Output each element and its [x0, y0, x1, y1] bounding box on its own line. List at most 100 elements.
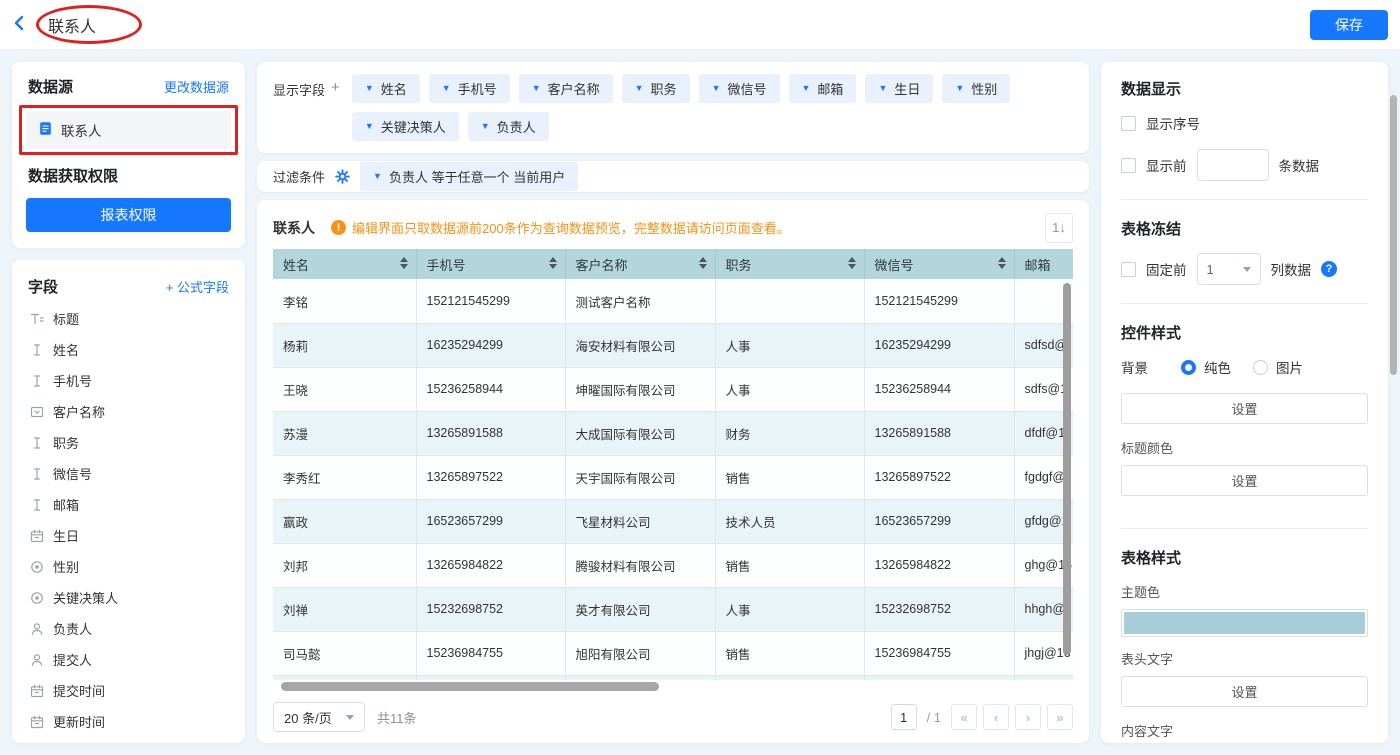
field-item[interactable]: 姓名	[24, 334, 233, 365]
display-field-chip[interactable]: ▼ 姓名	[352, 74, 420, 103]
column-header[interactable]: 手机号	[416, 249, 565, 279]
divider	[1121, 528, 1368, 529]
table-cell: 15236258944	[864, 367, 1014, 411]
last-page-button[interactable]: »	[1047, 704, 1073, 730]
background-set-button[interactable]: 设置	[1121, 393, 1368, 424]
field-item[interactable]: 数据ID	[24, 737, 233, 743]
help-icon[interactable]: ?	[1321, 261, 1337, 277]
datasource-item[interactable]: 联系人	[26, 111, 231, 149]
table-row[interactable]: 刘邦13265984822腾骏材料有限公司销售13265984822ghg@16	[273, 543, 1073, 587]
field-item[interactable]: 手机号	[24, 365, 233, 396]
field-item[interactable]: 职务	[24, 427, 233, 458]
table-row[interactable]: 李秀红13265897522天宇国际有限公司销售13265897522fgdgf…	[273, 455, 1073, 499]
field-item[interactable]: 关键决策人	[24, 582, 233, 613]
report-permission-button[interactable]: 报表权限	[26, 198, 231, 232]
show-index-checkbox[interactable]	[1121, 116, 1136, 131]
table-row[interactable]: 杨莉16235294299海安材料有限公司人事16235294299sdfsd@	[273, 323, 1073, 367]
header-text-set-button[interactable]: 设置	[1121, 676, 1368, 707]
topbar: 联系人 保存	[0, 0, 1400, 50]
freeze-suffix: 列数据	[1271, 259, 1312, 279]
calendar-icon	[30, 529, 44, 543]
save-button[interactable]: 保存	[1310, 10, 1388, 40]
image-radio[interactable]	[1253, 360, 1268, 375]
show-first-checkbox[interactable]	[1121, 158, 1136, 173]
table-row[interactable]: 王晓15236258944坤曜国际有限公司人事15236258944sdfs@1	[273, 367, 1073, 411]
column-header[interactable]: 邮箱	[1014, 249, 1073, 279]
table-cell: 刘禅	[273, 587, 416, 631]
sort-arrows-icon[interactable]	[400, 257, 408, 269]
table-horizontal-scrollbar[interactable]	[273, 682, 1073, 692]
field-item[interactable]: 更新时间	[24, 706, 233, 737]
first-page-button[interactable]: «	[951, 704, 977, 730]
table-row[interactable]: 刘禅15232698752英才有限公司人事15232698752hhgh@	[273, 587, 1073, 631]
page-size-select[interactable]: 20 条/页	[273, 702, 365, 732]
display-field-chip[interactable]: ▼ 职务	[622, 74, 690, 103]
table-row[interactable]: 嬴政16523657299飞星材料公司技术人员16523657299gfdg@1	[273, 499, 1073, 543]
table-row[interactable]: 司马懿15236984755旭阳有限公司销售15236984755jhgj@16	[273, 631, 1073, 675]
chip-label: 负责人	[497, 117, 536, 136]
display-field-chip[interactable]: ▼ 手机号	[429, 74, 510, 103]
display-field-chip[interactable]: ▼ 生日	[865, 74, 933, 103]
gear-icon[interactable]	[335, 169, 350, 184]
table-cell: 飞星材料公司	[565, 499, 715, 543]
add-formula-field-link[interactable]: + 公式字段	[166, 277, 229, 296]
table-cell: 测试客户名称	[565, 279, 715, 323]
freeze-count-select[interactable]: 1	[1197, 253, 1261, 285]
prev-page-button[interactable]: ‹	[983, 704, 1009, 730]
page-scrollbar[interactable]	[1390, 95, 1397, 375]
table-cell: 16523657299	[416, 499, 565, 543]
field-item[interactable]: 提交人	[24, 644, 233, 675]
field-item[interactable]: 负责人	[24, 613, 233, 644]
table-cell: 15232698752	[416, 587, 565, 631]
field-item[interactable]: 生日	[24, 520, 233, 551]
sort-arrows-icon[interactable]	[549, 257, 557, 269]
display-field-chip[interactable]: ▼ 关键决策人	[352, 112, 459, 141]
table-cell: 人事	[715, 587, 864, 631]
table-vertical-scrollbar[interactable]	[1063, 281, 1073, 680]
sort-arrows-icon[interactable]	[699, 257, 707, 269]
chip-label: 生日	[894, 79, 920, 98]
image-label: 图片	[1276, 357, 1303, 377]
radio-icon	[30, 560, 44, 574]
field-item[interactable]: 邮箱	[24, 489, 233, 520]
field-item[interactable]: 客户名称	[24, 396, 233, 427]
freeze-checkbox[interactable]	[1121, 262, 1136, 277]
solid-color-radio[interactable]	[1181, 360, 1196, 375]
table-cell: 13265897522	[416, 455, 565, 499]
display-field-chip[interactable]: ▼ 微信号	[699, 74, 780, 103]
title-color-set-button[interactable]: 设置	[1121, 465, 1368, 496]
caret-down-icon: ▼	[802, 84, 811, 93]
field-item[interactable]: 标题	[24, 303, 233, 334]
sort-arrows-icon[interactable]	[998, 257, 1006, 269]
display-field-chip[interactable]: ▼ 邮箱	[789, 74, 857, 103]
table-row[interactable]: 苏漫13265891588大成国际有限公司财务13265891588dfdf@1	[273, 411, 1073, 455]
chip-label: 关键决策人	[381, 117, 446, 136]
chip-label: 性别	[971, 79, 997, 98]
sort-arrows-icon[interactable]	[848, 257, 856, 269]
change-datasource-link[interactable]: 更改数据源	[164, 77, 229, 96]
theme-color-swatch[interactable]	[1121, 609, 1368, 637]
next-page-button[interactable]: ›	[1015, 704, 1041, 730]
current-page-input[interactable]: 1	[891, 704, 917, 730]
field-item[interactable]: 微信号	[24, 458, 233, 489]
column-header[interactable]: 微信号	[864, 249, 1014, 279]
table-row[interactable]: 李铭152121545299测试客户名称152121545299	[273, 279, 1073, 323]
table-row[interactable]	[273, 675, 1073, 680]
show-first-count-input[interactable]	[1197, 149, 1269, 181]
add-display-field-button[interactable]: +	[331, 79, 340, 96]
column-header[interactable]: 姓名	[273, 249, 416, 279]
display-field-chip[interactable]: ▼ 负责人	[468, 112, 549, 141]
display-field-chip[interactable]: ▼ 客户名称	[519, 74, 613, 103]
filter-condition-chip[interactable]: ▼ 负责人 等于任意一个 当前用户	[360, 162, 578, 191]
field-item[interactable]: 性别	[24, 551, 233, 582]
sort-order-button[interactable]: 1↓	[1045, 213, 1073, 243]
back-button[interactable]	[12, 15, 26, 34]
chip-label: 姓名	[381, 79, 407, 98]
theme-color-label: 主题色	[1121, 582, 1368, 601]
table-cell: 李铭	[273, 279, 416, 323]
display-field-chip[interactable]: ▼ 性别	[942, 74, 1010, 103]
page-count: / 1	[927, 710, 941, 725]
field-item[interactable]: 提交时间	[24, 675, 233, 706]
column-header[interactable]: 客户名称	[565, 249, 715, 279]
column-header[interactable]: 职务	[715, 249, 864, 279]
